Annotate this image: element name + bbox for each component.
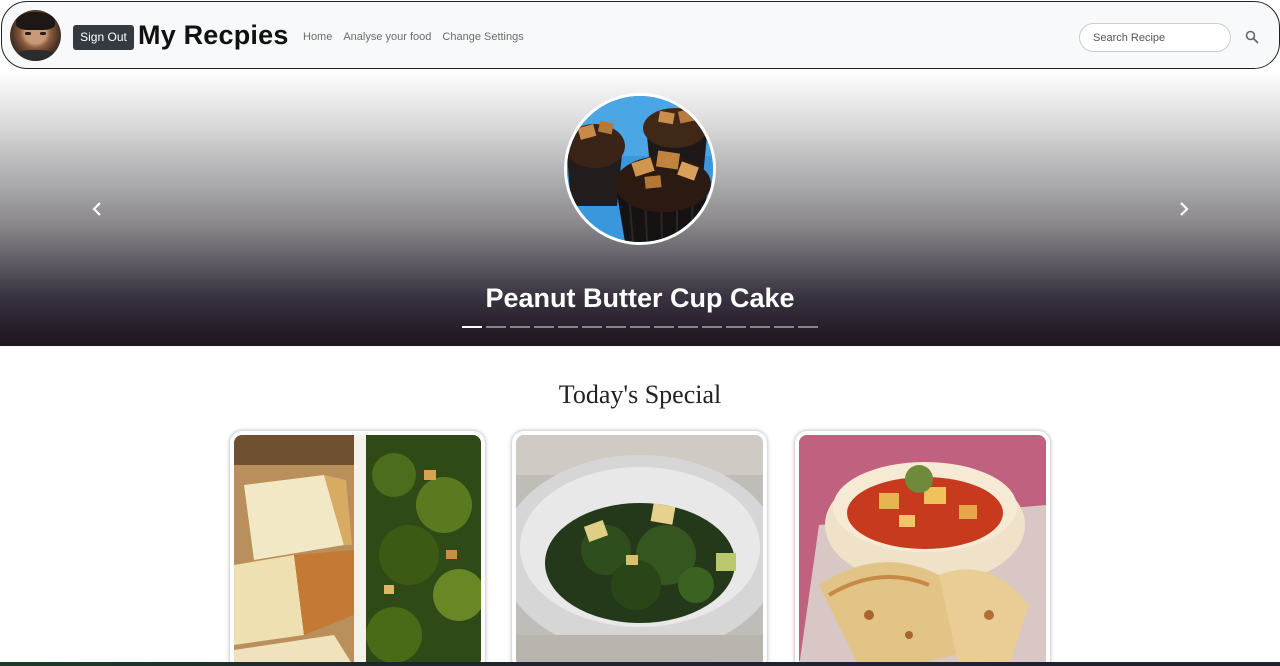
nav-links: Home Analyse your food Change Settings — [303, 31, 524, 43]
navbar: Sign Out My Recpies Home Analyse your fo… — [1, 1, 1280, 69]
special-card[interactable] — [230, 431, 485, 666]
carousel-indicator[interactable] — [654, 326, 674, 328]
carousel-recipe-image[interactable] — [564, 93, 716, 245]
carousel-indicator[interactable] — [798, 326, 818, 328]
search-input[interactable] — [1079, 23, 1231, 52]
carousel-indicator[interactable] — [726, 326, 746, 328]
carousel-next-icon[interactable] — [1177, 201, 1191, 217]
carousel-indicator[interactable] — [486, 326, 506, 328]
paneer-curry-naan-image — [799, 435, 1046, 666]
special-card[interactable] — [512, 431, 767, 666]
paneer-spinach-split-image — [234, 435, 481, 666]
carousel-recipe-title[interactable]: Peanut Butter Cup Cake — [0, 283, 1280, 314]
nav-link-home[interactable]: Home — [303, 31, 332, 43]
special-section-title: Today's Special — [558, 380, 722, 409]
carousel-indicator[interactable] — [462, 326, 482, 328]
carousel-indicators — [462, 326, 818, 328]
special-card[interactable] — [795, 431, 1050, 666]
carousel-indicator[interactable] — [774, 326, 794, 328]
carousel-indicator[interactable] — [582, 326, 602, 328]
nav-link-change-settings[interactable]: Change Settings — [442, 31, 523, 43]
carousel-indicator[interactable] — [534, 326, 554, 328]
search-icon[interactable] — [1244, 29, 1260, 45]
brand-title[interactable]: My Recpies — [138, 20, 289, 51]
carousel-indicator[interactable] — [630, 326, 650, 328]
carousel-indicator[interactable] — [750, 326, 770, 328]
carousel-indicator[interactable] — [606, 326, 626, 328]
avatar[interactable] — [10, 10, 61, 61]
carousel-indicator[interactable] — [558, 326, 578, 328]
bottom-edge — [0, 662, 1280, 666]
carousel-indicator[interactable] — [702, 326, 722, 328]
spinach-paneer-bowl-image — [516, 435, 763, 666]
carousel-prev-icon[interactable] — [90, 201, 104, 217]
carousel-indicator[interactable] — [678, 326, 698, 328]
carousel-indicator[interactable] — [510, 326, 530, 328]
nav-link-analyse-food[interactable]: Analyse your food — [343, 31, 431, 43]
sign-out-button[interactable]: Sign Out — [73, 25, 134, 50]
recipe-carousel: Peanut Butter Cup Cake — [0, 70, 1280, 346]
